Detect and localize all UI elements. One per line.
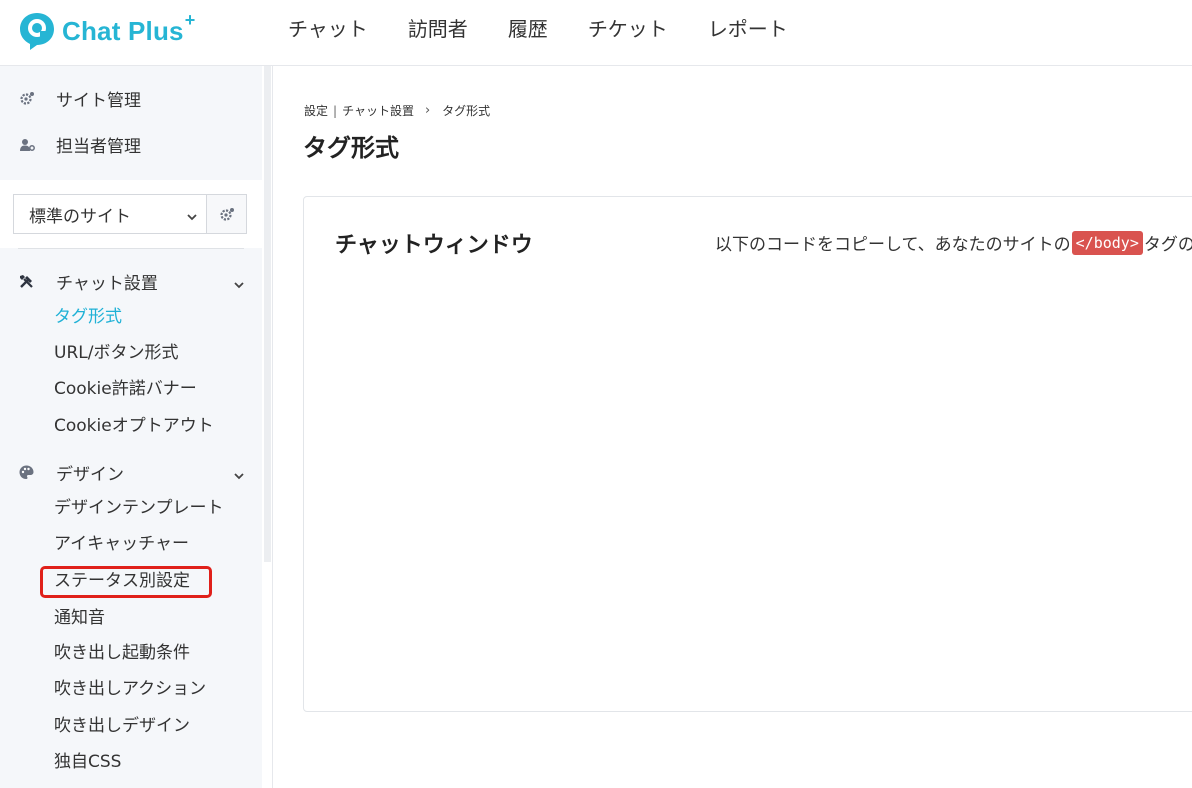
sidebar-item-balloon-action[interactable]: 吹き出しアクション xyxy=(54,677,206,701)
gear-icon xyxy=(19,90,35,106)
sidebar-item-tag-format[interactable]: タグ形式 xyxy=(54,305,122,329)
nav-chat[interactable]: チャット xyxy=(288,15,368,43)
top-nav: チャット 訪問者 履歴 チケット レポート xyxy=(288,15,828,43)
sidebar-item-cookie-optout[interactable]: Cookieオプトアウト xyxy=(54,414,214,438)
sidebar-item-label: 担当者管理 xyxy=(56,136,141,157)
sidebar-item-custom-css[interactable]: 独自CSS xyxy=(54,750,121,774)
sidebar-scrollbar[interactable] xyxy=(264,66,271,562)
site-select-value: 標準のサイト xyxy=(29,206,131,227)
card-desc-before: 以下のコードをコピーして、あなたのサイトの xyxy=(715,235,1071,255)
sidebar-item-site-management[interactable]: サイト管理 xyxy=(0,80,262,116)
sidebar-item-balloon-design[interactable]: 吹き出しデザイン xyxy=(54,714,190,738)
nav-history[interactable]: 履歴 xyxy=(508,15,548,43)
breadcrumb-separator: | xyxy=(333,103,338,118)
breadcrumb-chat-setup[interactable]: チャット設置 xyxy=(342,102,414,119)
sidebar-item-design-template[interactable]: デザインテンプレート xyxy=(54,496,224,520)
nav-tickets[interactable]: チケット xyxy=(588,15,668,43)
sidebar-divider xyxy=(272,66,273,788)
sidebar-section-design[interactable]: デザイン xyxy=(0,457,262,487)
nav-reports[interactable]: レポート xyxy=(708,15,788,43)
gear-icon xyxy=(220,208,234,221)
sidebar-item-label: サイト管理 xyxy=(56,90,141,111)
palette-icon xyxy=(18,464,35,481)
chevron-down-icon xyxy=(233,467,245,480)
sidebar-item-notification-sound[interactable]: 通知音 xyxy=(54,606,105,630)
breadcrumb: 設定 | チャット設置 › タグ形式 xyxy=(304,102,490,119)
brand-plus: + xyxy=(184,9,196,30)
breadcrumb-current: タグ形式 xyxy=(442,104,491,118)
sidebar-item-url-button-format[interactable]: URL/ボタン形式 xyxy=(54,341,178,365)
chevron-down-icon xyxy=(233,276,245,289)
chevron-right-icon: › xyxy=(424,103,431,118)
nav-visitors[interactable]: 訪問者 xyxy=(408,15,468,43)
users-gear-icon xyxy=(19,136,35,152)
sidebar-item-staff-management[interactable]: 担当者管理 xyxy=(0,126,262,162)
section-label: チャット設置 xyxy=(56,274,158,294)
breadcrumb-settings[interactable]: 設定 xyxy=(304,102,328,119)
section-label: デザイン xyxy=(56,465,124,485)
brand-name: Chat Plus xyxy=(62,15,184,46)
top-header: Chat Plus + チャット 訪問者 履歴 チケット レポート xyxy=(0,0,1192,66)
chevron-down-icon xyxy=(186,208,198,221)
card-title: チャットウィンドウ xyxy=(335,233,533,258)
chat-bubble-logo-icon xyxy=(18,11,56,50)
card-desc-after: タグの xyxy=(1143,235,1192,255)
chat-window-card: チャットウィンドウ 以下のコードをコピーして、あなたのサイトの </body> タグ… xyxy=(303,196,1192,712)
body-tag-code: </body> xyxy=(1071,230,1143,255)
highlight-box xyxy=(40,566,212,598)
chatplus-logo[interactable]: Chat Plus + xyxy=(18,10,195,50)
page-title: タグ形式 xyxy=(303,134,399,162)
site-selector-panel: 標準のサイト xyxy=(0,180,262,248)
card-description: 以下のコードをコピーして、あなたのサイトの </body> タグの xyxy=(715,230,1192,255)
sidebar-section-chat-setup[interactable]: チャット設置 xyxy=(0,266,262,296)
divider xyxy=(18,248,244,249)
sidebar-item-eyecatcher[interactable]: アイキャッチャー xyxy=(54,532,189,556)
site-settings-button[interactable] xyxy=(206,194,247,234)
tools-icon xyxy=(18,273,35,290)
sidebar-item-cookie-banner[interactable]: Cookie許諾バナー xyxy=(54,377,197,401)
sidebar-item-balloon-trigger[interactable]: 吹き出し起動条件 xyxy=(54,641,190,665)
site-select[interactable]: 標準のサイト xyxy=(13,194,206,234)
